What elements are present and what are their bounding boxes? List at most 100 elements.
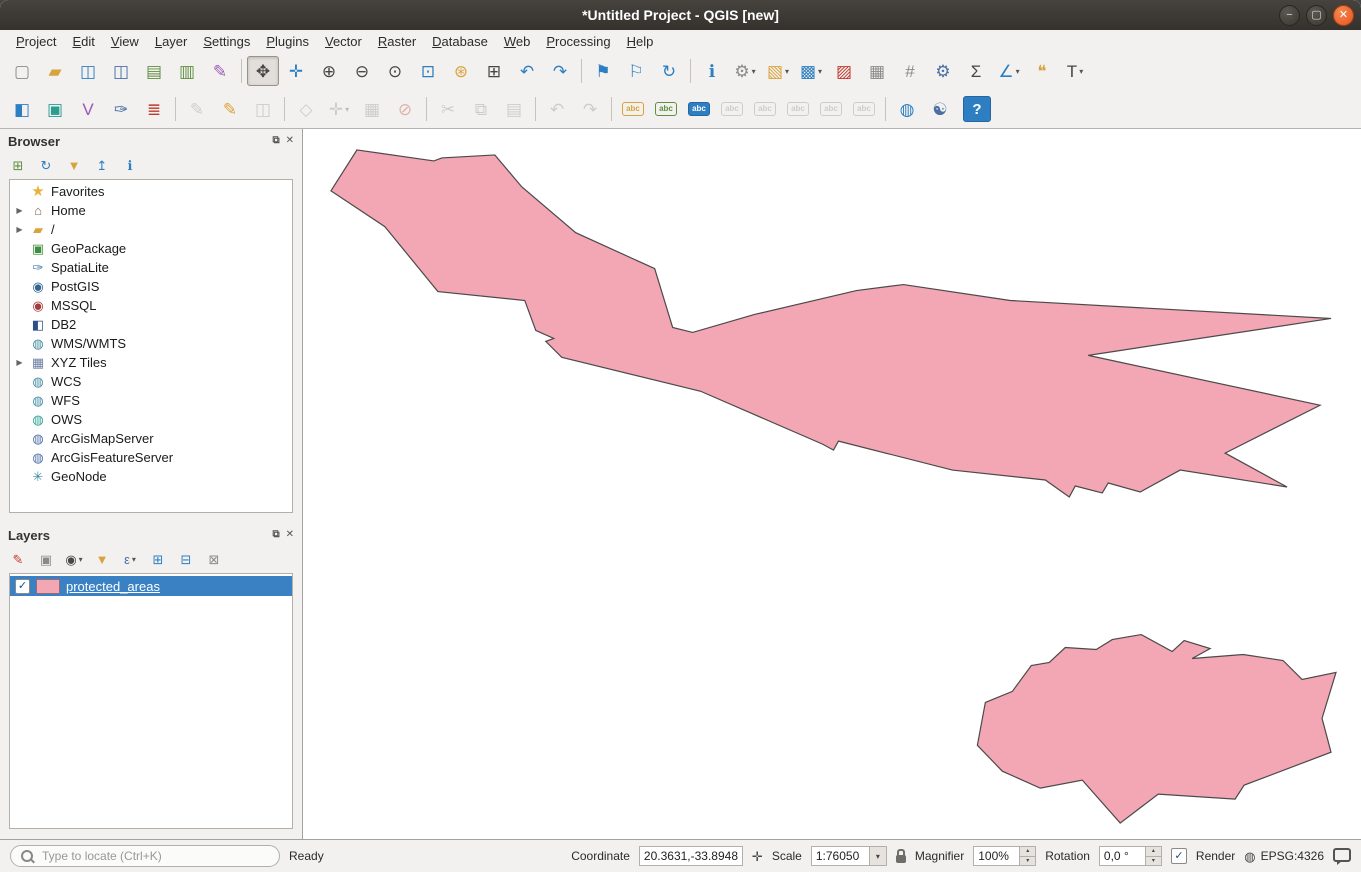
new-virtual-layer-button[interactable]: ≣ [138,94,170,124]
float-panel-button[interactable]: ⧉ [272,136,279,146]
help-button[interactable]: ? [963,96,991,122]
change-label-button[interactable]: abc [848,94,880,124]
add-selected-layers-button[interactable]: ⊞ [5,153,31,177]
scale-dropdown-button[interactable]: ▾ [869,846,887,866]
layer-visibility-checkbox[interactable]: ✓ [15,579,30,594]
zoom-last-button[interactable]: ↶ [511,56,543,86]
map-tips-button[interactable]: ❝ [1026,56,1058,86]
labeling-options-button[interactable]: abc [617,94,649,124]
vertex-tool-button[interactable]: ✛▾ [323,94,355,124]
rotate-label-button[interactable]: abc [815,94,847,124]
render-checkbox[interactable]: ✓ [1171,848,1187,864]
map-canvas[interactable] [303,129,1361,839]
redo-button[interactable]: ↷ [574,94,606,124]
menu-project[interactable]: Project [8,33,64,50]
layout-manager-button[interactable]: ▥ [171,56,203,86]
float-panel-button[interactable]: ⧉ [272,530,279,540]
maximize-button[interactable]: ▢ [1306,5,1327,26]
zoom-full-button[interactable]: ⊡ [412,56,444,86]
browser-item-arcgis-mapserver[interactable]: ◍ArcGisMapServer [10,429,292,448]
filter-browser-button[interactable]: ▼ [61,153,87,177]
new-bookmark-button[interactable]: ⚑ [587,56,619,86]
manage-map-themes-button[interactable]: ◉▾ [61,547,87,571]
new-project-button[interactable]: ▢ [6,56,38,86]
collapse-all-layers-button[interactable]: ⊟ [173,547,199,571]
field-calculator-button[interactable]: # [894,56,926,86]
move-label-button[interactable]: abc [782,94,814,124]
show-hide-labels-button[interactable]: abc [716,94,748,124]
remove-layer-button[interactable]: ⊠ [201,547,227,571]
pan-map-button[interactable]: ✥ [247,56,279,86]
cut-features-button[interactable]: ✂ [432,94,464,124]
magnifier-input[interactable] [973,846,1019,866]
diagram-options-button[interactable]: abc [650,94,682,124]
measure-button[interactable]: ∠▾ [993,56,1025,86]
save-layer-edits-button[interactable]: ◫ [247,94,279,124]
new-geopackage-layer-button[interactable]: ▣ [39,94,71,124]
browser-item-home[interactable]: ▶⌂Home [10,201,292,220]
statistical-summary-button[interactable]: Σ [960,56,992,86]
crs-button[interactable]: ◍ EPSG:4326 [1244,849,1324,863]
rotation-input[interactable] [1099,846,1145,866]
new-spatialite-layer-button[interactable]: ✑ [105,94,137,124]
spin-up-icon[interactable]: ▴ [1020,847,1035,857]
undo-button[interactable]: ↶ [541,94,573,124]
show-bookmarks-button[interactable]: ⚐ [620,56,652,86]
close-panel-button[interactable]: ✕ [286,530,294,540]
new-print-layout-button[interactable]: ▤ [138,56,170,86]
messages-icon[interactable] [1333,848,1351,862]
browser-item-spatialite[interactable]: ✑SpatiaLite [10,258,292,277]
menu-view[interactable]: View [103,33,147,50]
spin-down-icon[interactable]: ▾ [1020,857,1035,866]
refresh-map-button[interactable]: ↻ [653,56,685,86]
browser-item-favorites[interactable]: ★Favorites [10,182,292,201]
delete-selected-button[interactable]: ⊘ [389,94,421,124]
lock-scale-icon[interactable] [896,855,906,863]
zoom-in-button[interactable]: ⊕ [313,56,345,86]
select-features-button[interactable]: ▧▾ [762,56,794,86]
paste-features-button[interactable]: ▤ [498,94,530,124]
spin-down-icon[interactable]: ▾ [1146,857,1161,866]
current-edits-button[interactable]: ✎ [181,94,213,124]
minimize-button[interactable]: − [1279,5,1300,26]
run-feature-action-button[interactable]: ⚙▾ [729,56,761,86]
zoom-native-button[interactable]: ⊙ [379,56,411,86]
toggle-extents-icon[interactable]: ✛ [752,850,763,863]
zoom-next-button[interactable]: ↷ [544,56,576,86]
protected-area-polygon-main[interactable] [331,150,1331,497]
pin-unpin-labels-button[interactable]: abc [749,94,781,124]
browser-item-postgis[interactable]: ◉PostGIS [10,277,292,296]
browser-item-arcgis-featureserver[interactable]: ◍ArcGisFeatureServer [10,448,292,467]
menu-raster[interactable]: Raster [370,33,424,50]
select-by-value-button[interactable]: ▩▾ [795,56,827,86]
close-button[interactable]: ✕ [1333,5,1354,26]
browser-item-ows[interactable]: ◍OWS [10,410,292,429]
refresh-browser-button[interactable]: ↻ [33,153,59,177]
pan-to-selection-button[interactable]: ✛ [280,56,312,86]
menu-processing[interactable]: Processing [538,33,618,50]
new-shapefile-layer-button[interactable]: V [72,94,104,124]
menu-layer[interactable]: Layer [147,33,196,50]
browser-item-wms[interactable]: ◍WMS/WMTS [10,334,292,353]
highlight-pinned-labels-button[interactable]: abc [683,94,715,124]
properties-widget-button[interactable]: ℹ [117,153,143,177]
menu-plugins[interactable]: Plugins [258,33,317,50]
zoom-to-layer-button[interactable]: ⊞ [478,56,510,86]
python-console-button[interactable]: ☯ [924,94,956,124]
add-feature-button[interactable]: ◇ [290,94,322,124]
locate-input[interactable] [40,848,269,864]
modify-attributes-button[interactable]: ▦ [356,94,388,124]
open-project-button[interactable]: ▰ [39,56,71,86]
save-project-button[interactable]: ◫ [72,56,104,86]
menu-vector[interactable]: Vector [317,33,370,50]
identify-features-button[interactable]: ℹ [696,56,728,86]
browser-item-xyz-tiles[interactable]: ▶▦XYZ Tiles [10,353,292,372]
menu-edit[interactable]: Edit [64,33,102,50]
spin-up-icon[interactable]: ▴ [1146,847,1161,857]
deselect-features-button[interactable]: ▨ [828,56,860,86]
expand-arrow-icon[interactable]: ▶ [14,207,25,215]
browser-item-mssql[interactable]: ◉MSSQL [10,296,292,315]
browser-item-geonode[interactable]: ✳GeoNode [10,467,292,486]
processing-toolbox-button[interactable]: ⚙ [927,56,959,86]
open-attribute-table-button[interactable]: ▦ [861,56,893,86]
